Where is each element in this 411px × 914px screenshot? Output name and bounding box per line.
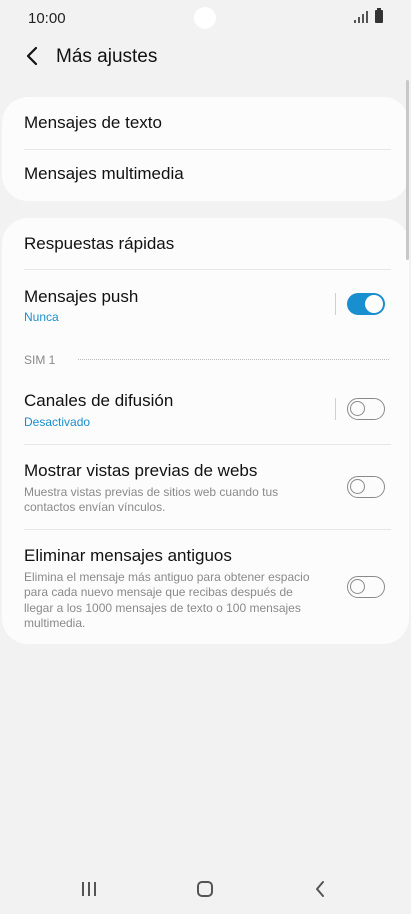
navigation-bar	[0, 862, 411, 914]
broadcast-channels-label: Canales de difusión	[24, 391, 174, 410]
sim-section-label: SIM 1	[24, 353, 56, 367]
text-messages-label: Mensajes de texto	[24, 113, 162, 132]
home-icon	[197, 881, 213, 897]
toggle-knob	[350, 579, 365, 594]
page-title: Más ajustes	[56, 46, 158, 67]
broadcast-channels-item[interactable]: Canales de difusión Desactivado	[2, 376, 409, 444]
web-previews-item[interactable]: Mostrar vistas previas de webs Muestra v…	[2, 445, 409, 529]
signal-icon	[354, 11, 368, 23]
multimedia-messages-label: Mensajes multimedia	[24, 164, 184, 183]
quick-replies-item[interactable]: Respuestas rápidas	[2, 218, 409, 269]
messages-type-card: Mensajes de texto Mensajes multimedia	[2, 97, 409, 201]
broadcast-channels-toggle[interactable]	[347, 398, 385, 420]
quick-replies-label: Respuestas rápidas	[24, 234, 175, 253]
web-previews-description: Muestra vistas previas de sitios web cua…	[24, 485, 279, 515]
push-messages-status: Nunca	[24, 310, 59, 324]
settings-card: Respuestas rápidas Mensajes push Nunca S…	[2, 218, 409, 644]
web-previews-label: Mostrar vistas previas de webs	[24, 461, 258, 480]
delete-old-messages-toggle[interactable]	[347, 576, 385, 598]
nav-back-button[interactable]	[305, 876, 335, 902]
status-bar: 10:00	[0, 0, 411, 36]
nav-back-icon	[316, 881, 324, 897]
battery-icon	[375, 8, 383, 23]
toggle-knob	[350, 401, 365, 416]
web-previews-toggle[interactable]	[347, 476, 385, 498]
push-messages-toggle[interactable]	[347, 293, 385, 315]
multimedia-messages-item[interactable]: Mensajes multimedia	[2, 150, 409, 201]
push-messages-item[interactable]: Mensajes push Nunca	[2, 270, 409, 336]
vertical-separator	[335, 293, 336, 315]
vertical-separator	[335, 398, 336, 420]
delete-old-messages-description: Elimina el mensaje más antiguo para obte…	[24, 570, 310, 630]
delete-old-messages-label: Eliminar mensajes antiguos	[24, 546, 232, 565]
recent-apps-icon	[82, 882, 96, 896]
camera-cutout	[194, 7, 216, 29]
back-button[interactable]	[18, 42, 46, 70]
home-button[interactable]	[190, 876, 220, 902]
toggle-knob	[350, 479, 365, 494]
toggle-knob	[365, 295, 383, 313]
recent-apps-button[interactable]	[74, 876, 104, 902]
delete-old-messages-item[interactable]: Eliminar mensajes antiguos Elimina el me…	[2, 530, 409, 644]
sim-section-divider	[78, 359, 389, 360]
status-time: 10:00	[28, 10, 66, 27]
scrollbar[interactable]	[406, 80, 409, 260]
back-arrow-icon	[26, 46, 38, 66]
app-header: Más ajustes	[0, 36, 411, 80]
broadcast-channels-status: Desactivado	[24, 415, 91, 429]
text-messages-item[interactable]: Mensajes de texto	[2, 97, 409, 149]
push-messages-label: Mensajes push	[24, 287, 139, 306]
